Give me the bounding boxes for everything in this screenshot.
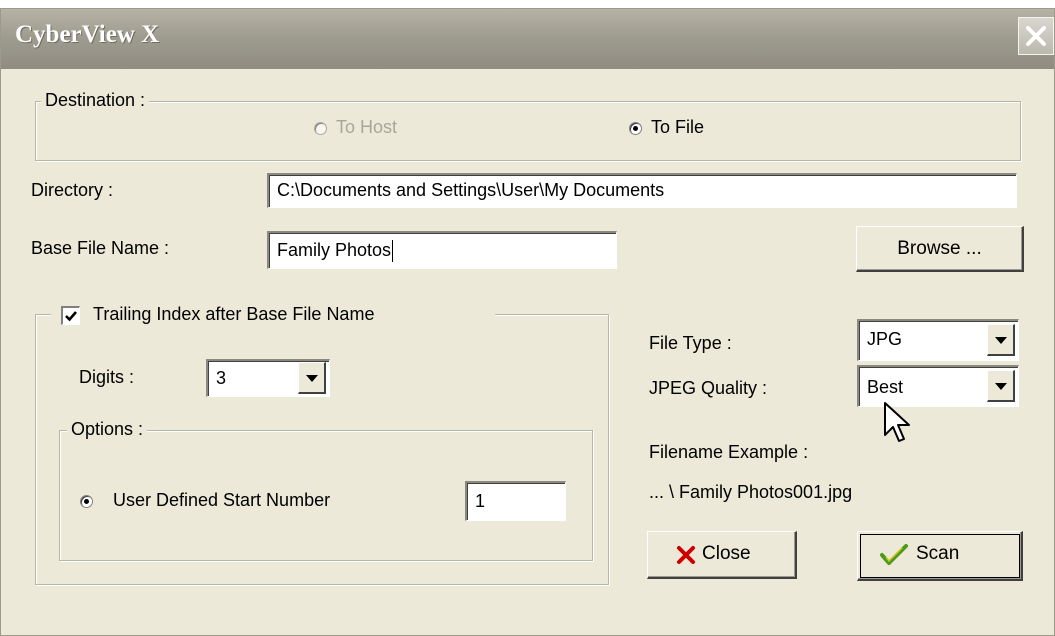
destination-group	[35, 101, 1021, 161]
base-file-name-label: Base File Name :	[31, 238, 170, 258]
dialog-window: CyberView X Destination : To Host To Fil…	[0, 8, 1055, 636]
chevron-down-icon	[306, 375, 318, 382]
text-caret	[392, 240, 394, 263]
directory-input[interactable]: C:\Documents and Settings\User\My Docume…	[267, 173, 1017, 208]
chevron-down-icon	[995, 337, 1007, 344]
browse-button[interactable]: Browse ...	[856, 226, 1024, 272]
digits-dropdown-button[interactable]	[298, 362, 326, 394]
options-legend: Options :	[67, 419, 148, 440]
title-close-button[interactable]	[1018, 17, 1054, 55]
radio-selected-dot	[633, 126, 638, 131]
close-icon	[1026, 26, 1046, 46]
filename-example-value: ... \ Family Photos001.jpg	[649, 482, 853, 502]
user-defined-start-label: User Defined Start Number	[113, 490, 331, 510]
mouse-pointer-icon	[884, 402, 910, 442]
digits-value: 3	[216, 368, 227, 388]
jpeg-quality-label: JPEG Quality :	[649, 378, 768, 398]
digits-label: Digits :	[79, 367, 135, 387]
green-checkmark-icon	[880, 544, 908, 565]
chevron-down-icon	[995, 383, 1007, 390]
red-x-icon	[677, 546, 695, 564]
scan-button[interactable]: Scan	[857, 531, 1023, 581]
to-host-label: To Host	[336, 117, 398, 137]
to-host-radio-circle	[314, 122, 327, 135]
jpeg-quality-dropdown-button[interactable]	[987, 370, 1015, 402]
to-host-radio: To Host	[314, 117, 434, 141]
close-button-label: Close	[702, 543, 751, 564]
scan-button-label: Scan	[916, 543, 960, 564]
to-file-radio-circle[interactable]	[629, 122, 642, 135]
trailing-index-checkbox[interactable]	[61, 306, 80, 325]
file-type-label: File Type :	[649, 333, 732, 353]
destination-legend: Destination :	[41, 90, 150, 111]
radio-selected-dot	[84, 499, 89, 504]
jpeg-quality-select[interactable]: Best	[857, 365, 1019, 407]
base-file-name-value: Family Photos	[277, 240, 392, 260]
user-defined-start-radio-circle[interactable]	[80, 495, 93, 508]
jpeg-quality-value: Best	[867, 377, 904, 397]
trailing-index-label: Trailing Index after Base File Name	[93, 304, 375, 324]
window-title: CyberView X	[15, 21, 160, 48]
check-icon	[65, 311, 77, 322]
close-button[interactable]: Close	[647, 531, 797, 579]
trailing-index-checkbox-row[interactable]: Trailing Index after Base File Name	[51, 303, 495, 329]
title-bar[interactable]: CyberView X	[1, 9, 1054, 69]
to-file-label: To File	[651, 117, 705, 137]
directory-label: Directory :	[31, 180, 114, 200]
filename-example-label: Filename Example :	[649, 442, 809, 462]
digits-select[interactable]: 3	[206, 359, 330, 397]
file-type-select[interactable]: JPG	[857, 319, 1019, 361]
start-number-input[interactable]: 1	[465, 481, 566, 521]
file-type-value: JPG	[867, 329, 903, 349]
to-file-radio[interactable]: To File	[629, 117, 749, 141]
user-defined-start-radio[interactable]: User Defined Start Number	[80, 490, 400, 514]
base-file-name-input[interactable]: Family Photos	[267, 231, 617, 269]
file-type-dropdown-button[interactable]	[987, 324, 1015, 356]
